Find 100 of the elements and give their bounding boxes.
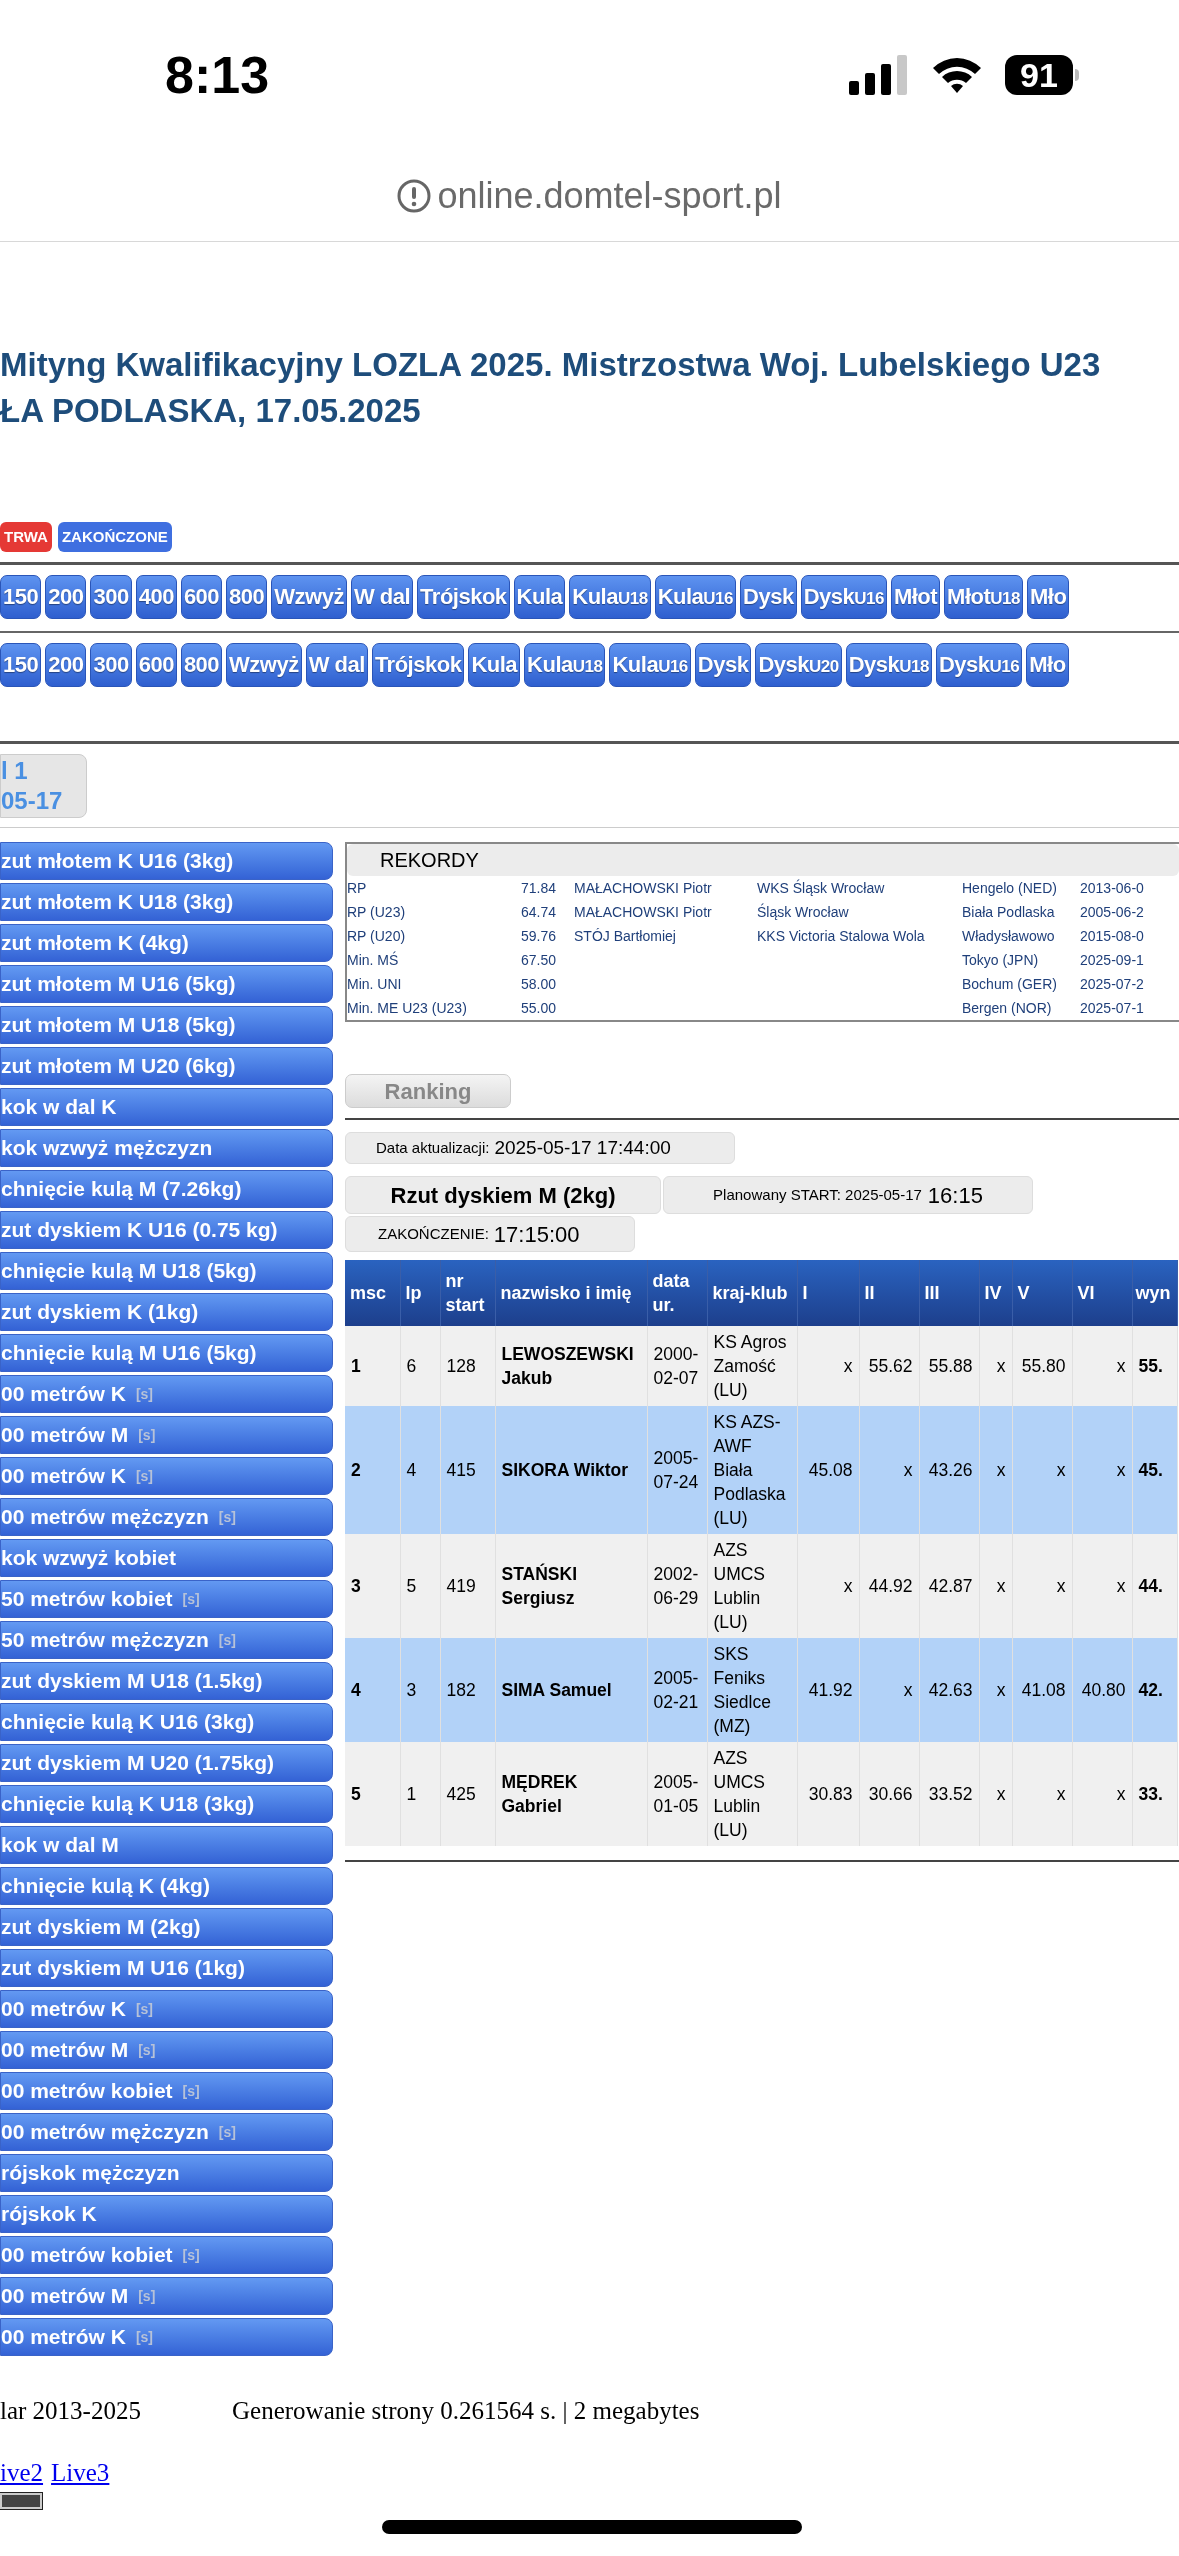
update-info: Data aktualizacji: 2025-05-17 17:44:00 xyxy=(345,1132,735,1164)
sidebar-item[interactable]: 00 metrów K [s] xyxy=(0,2318,333,2356)
event-button[interactable]: DyskU16 xyxy=(800,575,887,619)
sidebar-item[interactable]: zut dyskiem M U16 (1kg) xyxy=(0,1949,333,1987)
record-label: RP (U23) xyxy=(347,902,407,922)
sidebar-item[interactable]: 50 metrów mężczyzn [s] xyxy=(0,1621,333,1659)
small-button[interactable] xyxy=(0,2493,42,2509)
sidebar-item[interactable]: kok w dal K xyxy=(0,1088,333,1126)
event-button[interactable]: 300 xyxy=(90,643,132,687)
record-holder: MAŁACHOWSKI Piotr xyxy=(574,902,713,922)
event-button[interactable]: 600 xyxy=(180,575,223,619)
address-bar[interactable]: online.domtel-sport.pl xyxy=(0,150,1179,242)
record-holder: MAŁACHOWSKI Piotr xyxy=(574,878,713,898)
sidebar-item[interactable]: zut młotem M U20 (6kg) xyxy=(0,1047,333,1085)
sidebar-item[interactable]: 00 metrów M [s] xyxy=(0,1416,333,1454)
copyright-text: lar 2013-2025 xyxy=(0,2396,142,2426)
sidebar-item[interactable]: zut młotem M U16 (5kg) xyxy=(0,965,333,1003)
event-button[interactable]: DyskU16 xyxy=(935,643,1023,687)
sidebar-item[interactable]: chnięcie kulą M U16 (5kg) xyxy=(0,1334,333,1372)
event-button[interactable]: KulaU16 xyxy=(654,575,737,619)
meeting-title: ŁA PODLASKA, 17.05.2025 xyxy=(0,391,422,431)
battery-indicator: 91 xyxy=(1005,55,1079,95)
sidebar-item[interactable]: zut młotem K (4kg) xyxy=(0,924,333,962)
record-club: KKS Victoria Stalowa Wola xyxy=(757,926,926,946)
table-cell: 1 xyxy=(400,1742,440,1846)
event-name: Rzut dyskiem M (2kg) xyxy=(345,1176,661,1214)
generation-info: Generowanie strony 0.261564 s. | 2 megabytes xyxy=(232,2396,700,2426)
sidebar-item[interactable]: rójskok mężczyzn xyxy=(0,2154,333,2192)
record-date: 2025-07-2 xyxy=(1080,974,1144,994)
sidebar-item[interactable]: zut młotem M U18 (5kg) xyxy=(0,1006,333,1044)
sidebar-item[interactable]: chnięcie kulą M U18 (5kg) xyxy=(0,1252,333,1290)
event-button[interactable]: Trójskok xyxy=(371,643,465,687)
sidebar-item[interactable]: 00 metrów kobiet [s] xyxy=(0,2072,333,2110)
event-button[interactable]: KulaU16 xyxy=(609,643,691,687)
sidebar-item[interactable]: kok wzwyż kobiet xyxy=(0,1539,333,1577)
sidebar-item[interactable]: chnięcie kulą K (4kg) xyxy=(0,1867,333,1905)
sidebar-item[interactable]: zut młotem K U16 (3kg) xyxy=(0,842,333,880)
sidebar-item[interactable]: 00 metrów K [s] xyxy=(0,1375,333,1413)
record-label: Min. MŚ xyxy=(347,950,400,970)
event-button[interactable]: 150 xyxy=(0,575,42,619)
sidebar-item[interactable]: kok wzwyż mężczyzn xyxy=(0,1129,333,1167)
event-button[interactable]: Młot xyxy=(890,575,941,619)
event-button[interactable]: 800 xyxy=(180,643,223,687)
planned-start: Planowany START: 2025-05-17 16:15 xyxy=(663,1176,1033,1214)
event-button[interactable]: KulaU18 xyxy=(524,643,606,687)
record-date: 2015-08-0 xyxy=(1080,926,1144,946)
record-label: Min. ME U23 (U23) xyxy=(347,998,468,1018)
event-button[interactable]: 800 xyxy=(226,575,268,619)
record-place: Tokyo (JPN) xyxy=(962,950,1040,970)
event-button[interactable]: 150 xyxy=(0,643,42,687)
sidebar-item[interactable]: zut dyskiem M U18 (1.5kg) xyxy=(0,1662,333,1700)
sidebar-item[interactable]: 00 metrów K [s] xyxy=(0,1990,333,2028)
event-button[interactable]: 400 xyxy=(135,575,177,619)
sidebar-item[interactable]: zut dyskiem K U16 (0.75 kg) xyxy=(0,1211,333,1249)
event-button[interactable]: W dal xyxy=(350,575,414,619)
sidebar-item[interactable]: zut młotem K U18 (3kg) xyxy=(0,883,333,921)
sidebar-item[interactable]: chnięcie kulą K U16 (3kg) xyxy=(0,1703,333,1741)
record-value: 71.84 xyxy=(519,878,556,898)
event-button[interactable]: Kula xyxy=(468,643,521,687)
record-value: 59.76 xyxy=(519,926,556,946)
event-button[interactable]: Dysk xyxy=(694,643,752,687)
sidebar-item[interactable]: rójskok K xyxy=(0,2195,333,2233)
sidebar-item[interactable]: 00 metrów mężczyzn [s] xyxy=(0,1498,333,1536)
event-button[interactable]: Wzwyż xyxy=(271,575,347,619)
record-club: WKS Śląsk Wrocław xyxy=(757,878,886,898)
sidebar-item[interactable]: chnięcie kulą K U18 (3kg) xyxy=(0,1785,333,1823)
event-button[interactable]: Mło xyxy=(1027,575,1070,619)
event-button[interactable]: Trójskok xyxy=(417,575,510,619)
record-place: Hengelo (NED) xyxy=(962,878,1058,898)
event-button[interactable]: 600 xyxy=(135,643,177,687)
sidebar-item[interactable]: 00 metrów M [s] xyxy=(0,2277,333,2315)
sidebar-item[interactable]: zut dyskiem K (1kg) xyxy=(0,1293,333,1331)
day-tab[interactable]: l 1 05-17 xyxy=(0,754,87,818)
event-button[interactable]: MłotU18 xyxy=(944,575,1023,619)
event-button[interactable]: DyskU20 xyxy=(755,643,842,687)
sidebar-item[interactable]: 50 metrów kobiet [s] xyxy=(0,1580,333,1618)
record-value: 64.74 xyxy=(519,902,556,922)
sidebar-item[interactable]: 00 metrów mężczyzn [s] xyxy=(0,2113,333,2151)
status-legend-badge: TRWA xyxy=(0,522,52,552)
sidebar-item[interactable]: zut dyskiem M U20 (1.75kg) xyxy=(0,1744,333,1782)
event-button[interactable]: 300 xyxy=(90,575,132,619)
event-button[interactable]: DyskU18 xyxy=(845,643,932,687)
ranking-button[interactable]: Ranking xyxy=(345,1074,511,1108)
sidebar-item[interactable]: kok w dal M xyxy=(0,1826,333,1864)
sidebar-item[interactable]: chnięcie kulą M (7.26kg) xyxy=(0,1170,333,1208)
sidebar-item[interactable]: zut dyskiem M (2kg) xyxy=(0,1908,333,1946)
event-button[interactable]: Wzwyż xyxy=(226,643,302,687)
event-button[interactable]: Kula xyxy=(513,575,566,619)
sidebar-item[interactable]: 00 metrów M [s] xyxy=(0,2031,333,2069)
event-button[interactable]: 200 xyxy=(45,575,87,619)
event-button[interactable]: Dysk xyxy=(740,575,797,619)
footer-link[interactable]: Live3 xyxy=(51,2453,110,2491)
event-button[interactable]: W dal xyxy=(305,643,368,687)
record-place: Biała Podlaska xyxy=(962,902,1056,922)
event-button[interactable]: Mło xyxy=(1026,643,1069,687)
sidebar-item[interactable]: 00 metrów kobiet [s] xyxy=(0,2236,333,2274)
sidebar-item[interactable]: 00 metrów K [s] xyxy=(0,1457,333,1495)
event-button[interactable]: 200 xyxy=(45,643,87,687)
event-button[interactable]: KulaU18 xyxy=(569,575,651,619)
footer-link[interactable]: ive2 xyxy=(0,2453,44,2491)
